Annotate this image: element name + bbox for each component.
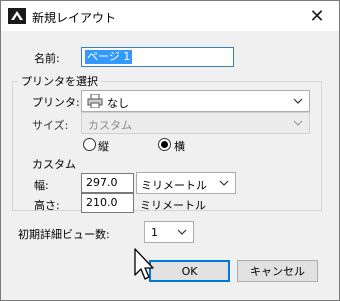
chevron-down-icon (219, 180, 229, 186)
width-unit-value: ミリメートル (141, 179, 207, 192)
chevron-down-icon (293, 120, 303, 126)
printer-label: プリンタ: (32, 96, 80, 109)
dialog-title: 新規レイアウト (32, 11, 117, 25)
cancel-button[interactable]: キャンセル (237, 260, 318, 282)
detail-views-select[interactable]: 1 (144, 221, 194, 243)
landscape-radio[interactable] (158, 138, 171, 151)
height-unit-label: ミリメートル (140, 199, 206, 212)
width-input[interactable]: 297.0 (81, 173, 134, 193)
name-input-value: ページ 1 (85, 50, 133, 64)
landscape-radio-dot (161, 141, 168, 148)
detail-views-label: 初期詳細ビュー数: (18, 228, 110, 241)
printer-icon (87, 94, 103, 108)
name-input[interactable]: ページ 1 (81, 47, 234, 67)
portrait-radio[interactable] (83, 138, 96, 151)
close-button[interactable]: ✕ (295, 1, 339, 31)
name-label: 名前: (34, 52, 60, 65)
printer-select[interactable]: なし (81, 90, 310, 112)
size-select[interactable]: カスタム (81, 112, 310, 134)
size-label: サイズ: (32, 119, 69, 132)
app-logo-icon (8, 8, 26, 24)
portrait-label: 縦 (98, 140, 109, 153)
printer-group-title: プリンタを選択 (18, 73, 101, 89)
chevron-down-icon (293, 98, 303, 104)
custom-label: カスタム (32, 158, 76, 171)
title-bar: 新規レイアウト ✕ (1, 1, 339, 31)
chevron-down-icon (177, 229, 187, 235)
printer-select-value: なし (107, 97, 129, 110)
mouse-pointer-icon (134, 248, 154, 280)
detail-views-value: 1 (151, 226, 158, 239)
new-layout-dialog: 新規レイアウト ✕ 名前: ページ 1 プリンタを選択 プリンタ: なし サイズ… (0, 0, 340, 301)
size-select-value: カスタム (88, 119, 132, 132)
ok-button[interactable]: OK (149, 260, 230, 282)
height-input[interactable]: 210.0 (81, 193, 134, 213)
height-label: 高さ: (34, 199, 60, 212)
close-icon: ✕ (309, 5, 325, 27)
width-label: 幅: (34, 179, 49, 192)
landscape-label: 横 (174, 140, 185, 153)
width-unit-select[interactable]: ミリメートル (136, 172, 236, 194)
